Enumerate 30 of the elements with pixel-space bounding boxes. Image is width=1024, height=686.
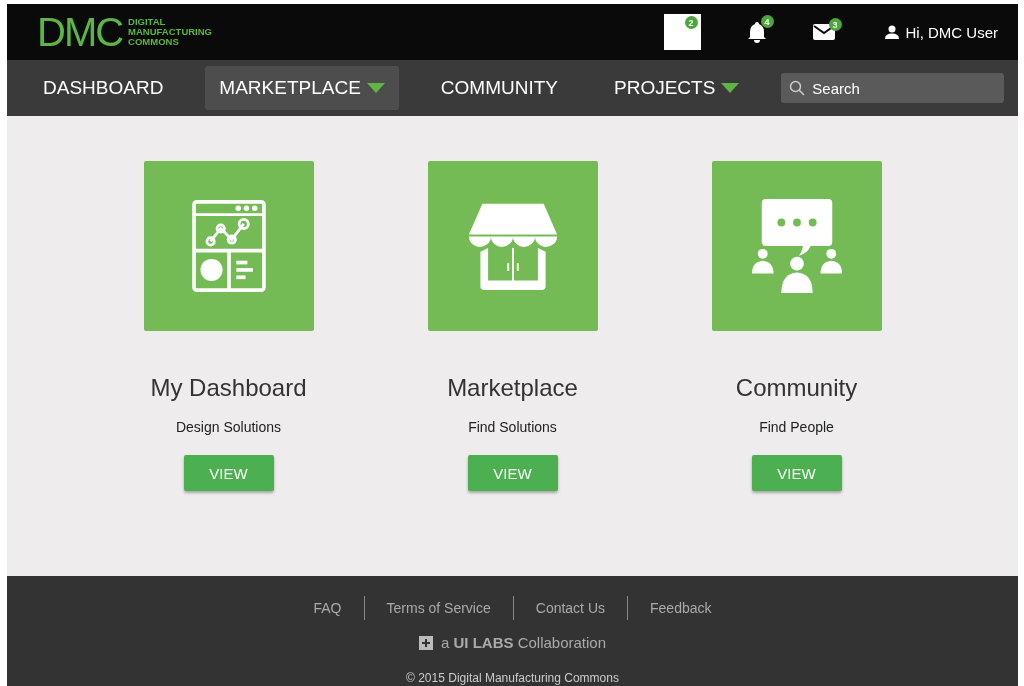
- card-tile[interactable]: [143, 161, 314, 331]
- card-title: Community: [735, 374, 858, 402]
- card-tile[interactable]: [711, 161, 882, 331]
- card-subtitle: Design Solutions: [175, 419, 282, 435]
- search-field[interactable]: Search: [781, 73, 1004, 103]
- mail-icon[interactable]: [812, 24, 835, 40]
- card-title: Marketplace: [447, 374, 578, 402]
- caret-icon: [721, 83, 740, 93]
- plus-icon: [418, 635, 433, 650]
- nav-tab[interactable]: MARKETPLACE: [205, 66, 399, 110]
- nav-tab[interactable]: DASHBOARD: [29, 66, 178, 110]
- footer-link[interactable]: Terms of Service: [364, 600, 513, 616]
- footer-link[interactable]: Feedback: [628, 600, 734, 616]
- nav-tab[interactable]: COMMUNITY: [426, 66, 572, 110]
- card-subtitle: Find People: [759, 419, 834, 435]
- card-subtitle: Find Solutions: [468, 419, 557, 435]
- user-icon: [884, 25, 899, 39]
- community-chat-icon: [749, 199, 844, 293]
- card-title: My Dashboard: [150, 374, 307, 402]
- nav-tab[interactable]: PROJECTS: [600, 66, 754, 110]
- copyright-text: © 2015 Digital Manufacturing Commons: [406, 671, 619, 685]
- user-greeting[interactable]: Hi, DMC User: [905, 23, 998, 41]
- collaboration-text: a UI LABS Collaboration: [440, 634, 607, 651]
- card-tile[interactable]: [427, 161, 598, 331]
- caret-icon: [366, 83, 385, 93]
- count-badge: 4: [760, 15, 774, 28]
- blank-tile[interactable]: [663, 14, 701, 50]
- footer-link[interactable]: Contact Us: [513, 600, 627, 616]
- footer-link[interactable]: FAQ: [291, 600, 364, 616]
- dashboard-icon: [191, 200, 266, 292]
